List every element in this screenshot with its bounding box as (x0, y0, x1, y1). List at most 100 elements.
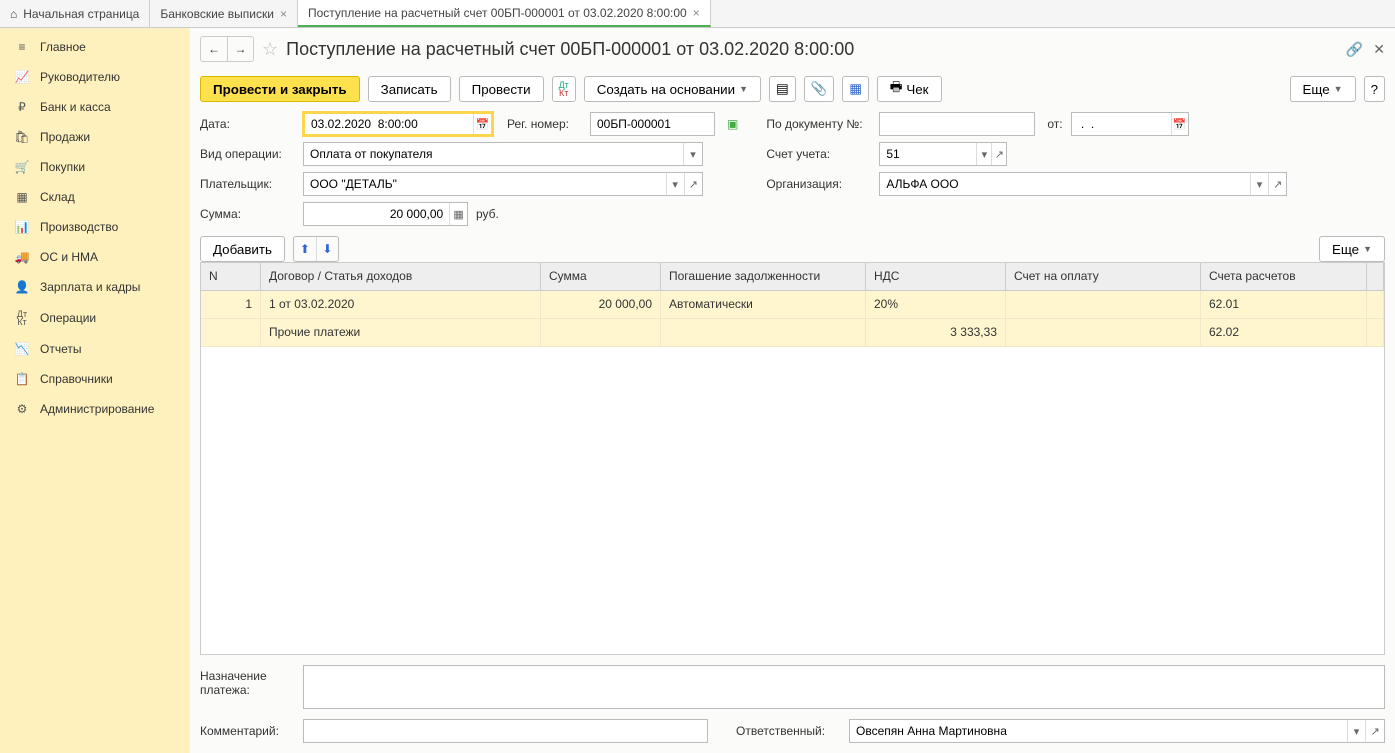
chevron-down-icon[interactable]: ▾ (1347, 720, 1366, 742)
cell-payment: Автоматически (661, 291, 866, 318)
help-button[interactable]: ? (1364, 76, 1385, 102)
sidebar-item-admin[interactable]: ⚙ Администрирование (0, 394, 190, 424)
tab-bank-statements[interactable]: Банковские выписки × (150, 0, 298, 27)
cell-accounts: 62.01 (1201, 291, 1367, 318)
add-row-button[interactable]: Добавить (200, 236, 285, 262)
list-button[interactable]: ▦ (842, 76, 869, 102)
post-and-close-button[interactable]: Провести и закрыть (200, 76, 360, 102)
purpose-label: Назначение платежа: (200, 665, 295, 709)
tab-receipt[interactable]: Поступление на расчетный счет 00БП-00000… (298, 0, 711, 27)
doc-icon[interactable]: ▣ (727, 117, 738, 131)
sidebar-item-warehouse[interactable]: ▦Склад (0, 182, 190, 212)
more-button[interactable]: Еще ▼ (1290, 76, 1356, 102)
payer-input[interactable] (304, 173, 666, 195)
close-icon[interactable]: × (280, 7, 287, 21)
grid-header-contract[interactable]: Договор / Статья доходов (261, 263, 541, 290)
table-row[interactable]: 1 1 от 03.02.2020 20 000,00 Автоматическ… (201, 291, 1384, 319)
button-label: Чек (906, 82, 928, 97)
post-button[interactable]: Провести (459, 76, 544, 102)
structure-button[interactable]: ▤ (769, 76, 796, 102)
button-label: Еще (1332, 242, 1359, 257)
sidebar-item-purchases[interactable]: 🛒Покупки (0, 152, 190, 182)
grid-header-invoice[interactable]: Счет на оплату (1006, 263, 1201, 290)
button-label: Создать на основании (597, 82, 735, 97)
dtkt-button[interactable]: ДтКт (552, 76, 576, 102)
currency-label: руб. (476, 207, 499, 221)
grid-header-accounts[interactable]: Счета расчетов (1201, 263, 1367, 290)
calendar-icon[interactable]: 📅 (473, 114, 491, 134)
grid-header-vat[interactable]: НДС (866, 263, 1006, 290)
from-input[interactable] (1072, 113, 1171, 135)
responsible-input[interactable] (850, 720, 1347, 742)
chevron-down-icon[interactable]: ▾ (683, 143, 702, 165)
sidebar-item-label: Зарплата и кадры (40, 280, 140, 294)
home-icon: ⌂ (10, 7, 17, 21)
sum-input[interactable] (304, 203, 449, 225)
from-label: от: (1047, 117, 1062, 131)
gear-icon: ⚙ (14, 402, 30, 416)
save-button[interactable]: Записать (368, 76, 451, 102)
cell-scroll (1367, 319, 1384, 346)
chevron-down-icon[interactable]: ▾ (1250, 173, 1268, 195)
sidebar-item-sales[interactable]: 🛍Продажи (0, 122, 190, 152)
sidebar-item-reports[interactable]: 📉Отчеты (0, 334, 190, 364)
tab-label: Поступление на расчетный счет 00БП-00000… (308, 6, 687, 20)
open-icon[interactable]: ↗ (684, 173, 702, 195)
favorite-icon[interactable]: ☆ (262, 39, 278, 60)
move-up-button[interactable]: ⬆ (294, 237, 316, 261)
sidebar-item-fixed-assets[interactable]: 🚚ОС и НМА (0, 242, 190, 272)
chevron-down-icon[interactable]: ▾ (976, 143, 991, 165)
open-icon[interactable]: ↗ (1365, 720, 1384, 742)
table-more-button[interactable]: Еще▼ (1319, 236, 1385, 262)
move-down-button[interactable]: ⬇ (316, 237, 338, 261)
grid-header-payment[interactable]: Погашение задолженности (661, 263, 866, 290)
date-input[interactable] (305, 114, 473, 134)
org-input[interactable] (880, 173, 1250, 195)
optype-input[interactable] (304, 143, 683, 165)
purpose-textarea[interactable] (303, 665, 1385, 709)
forward-button[interactable]: → (227, 37, 253, 61)
tab-label: Банковские выписки (160, 7, 274, 21)
comment-input[interactable] (304, 720, 707, 742)
calendar-icon[interactable]: 📅 (1171, 113, 1188, 135)
grid-icon: ▦ (14, 190, 30, 204)
sidebar-item-payroll[interactable]: 👤 Зарплата и кадры (0, 272, 190, 302)
link-icon[interactable]: 🔗 (1346, 41, 1363, 58)
back-button[interactable]: ← (201, 37, 227, 61)
sidebar-item-manager[interactable]: 📈Руководителю (0, 62, 190, 92)
sidebar-item-catalogs[interactable]: 📋Справочники (0, 364, 190, 394)
person-icon: 👤 (14, 280, 30, 294)
cell-scroll (1367, 291, 1384, 318)
chevron-down-icon: ▼ (1334, 84, 1343, 94)
close-icon[interactable]: × (693, 6, 700, 20)
table-row[interactable]: Прочие платежи 3 333,33 62.02 (201, 319, 1384, 347)
cell-n (201, 319, 261, 346)
chevron-down-icon[interactable]: ▾ (666, 173, 684, 195)
open-icon[interactable]: ↗ (1268, 173, 1286, 195)
check-button[interactable]: 🖶Чек (877, 76, 942, 102)
create-based-button[interactable]: Создать на основании▼ (584, 76, 761, 102)
close-page-icon[interactable]: ✕ (1373, 41, 1385, 58)
open-icon[interactable]: ↗ (991, 143, 1006, 165)
cell-vat: 3 333,33 (866, 319, 1006, 346)
sidebar-item-bank[interactable]: ₽Банк и касса (0, 92, 190, 122)
page-title: Поступление на расчетный счет 00БП-00000… (286, 39, 854, 60)
sidebar-item-label: Администрирование (40, 402, 154, 416)
account-input[interactable] (880, 143, 976, 165)
sidebar-item-operations[interactable]: ДтКтОперации (0, 302, 190, 334)
grid-header-n[interactable]: N (201, 263, 261, 290)
tab-home[interactable]: ⌂ Начальная страница (0, 0, 150, 27)
sidebar-item-main[interactable]: ≡Главное (0, 32, 190, 62)
calculator-icon[interactable]: ▦ (449, 203, 467, 225)
button-label: Еще (1303, 82, 1330, 97)
rows-grid: N Договор / Статья доходов Сумма Погашен… (200, 262, 1385, 655)
sidebar-item-label: Операции (40, 311, 96, 325)
structure-icon: ▤ (776, 81, 789, 97)
sidebar-item-production[interactable]: 📊Производство (0, 212, 190, 242)
cell-contract: Прочие платежи (261, 319, 541, 346)
docnum-input[interactable] (880, 113, 1034, 135)
regnum-input[interactable] (591, 113, 714, 135)
sidebar-item-label: Покупки (40, 160, 85, 174)
grid-header-sum[interactable]: Сумма (541, 263, 661, 290)
attachment-button[interactable]: 📎 (804, 76, 835, 102)
